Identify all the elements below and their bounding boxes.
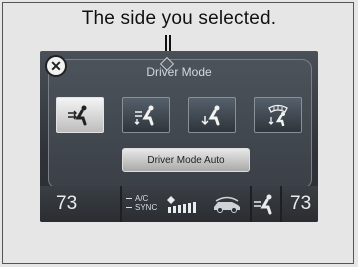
mode-button-face[interactable] [56, 97, 104, 133]
mode-button-face-feet[interactable] [122, 97, 170, 133]
mode-button-defrost-feet[interactable] [254, 97, 302, 133]
driver-mode-auto-button[interactable]: Driver Mode Auto [122, 148, 250, 172]
feet-vent-icon [201, 105, 220, 126]
passenger-temperature[interactable]: 73 [290, 193, 311, 215]
defrost-feet-icon [268, 104, 288, 126]
callout-caption: The side you selected. [81, 8, 277, 29]
sync-indicator-line [126, 207, 132, 208]
face-feet-vent-icon [134, 105, 154, 126]
bar-divider [120, 186, 122, 222]
fan-speed-icon[interactable] [166, 193, 202, 215]
ac-label: A/C [135, 194, 149, 203]
driver-temperature[interactable]: 73 [56, 193, 77, 215]
mode-button-feet[interactable] [188, 97, 236, 133]
screen-title: Driver Mode [146, 65, 212, 79]
bar-divider [280, 186, 282, 222]
recirculation-icon[interactable] [210, 193, 244, 215]
face-vent-icon [68, 105, 87, 126]
ac-sync-button[interactable]: A/C SYNC [126, 194, 162, 216]
ac-indicator-line [126, 198, 132, 199]
sync-label: SYNC [135, 203, 158, 212]
passenger-mode-icon[interactable] [252, 193, 278, 215]
climate-screen: ✕ Driver Mode Driver Mode Auto 73 A/C SY… [40, 51, 318, 222]
